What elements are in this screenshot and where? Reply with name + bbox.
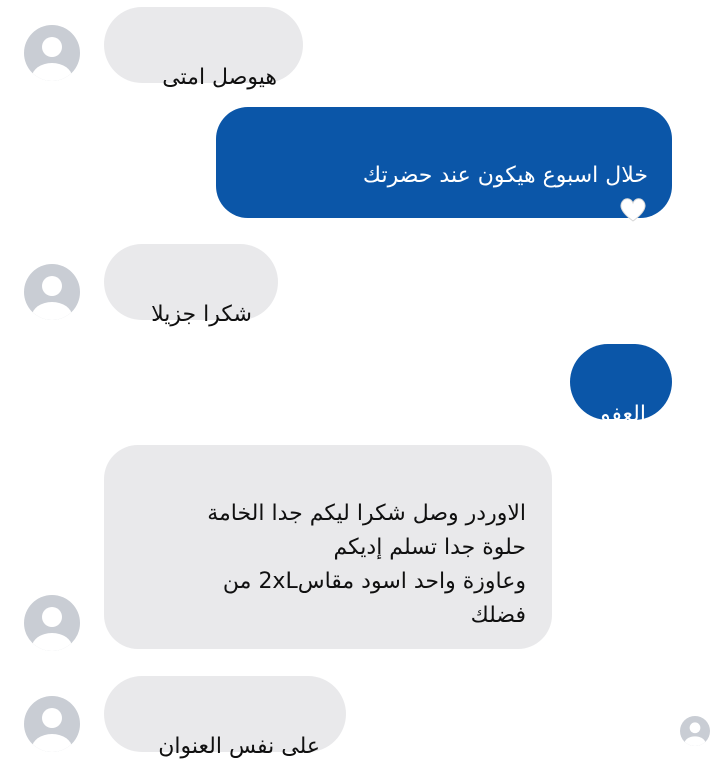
contact-avatar[interactable] (24, 25, 80, 81)
person-placeholder-icon (684, 722, 706, 746)
person-placeholder-icon (32, 708, 72, 752)
person-placeholder-icon (32, 276, 72, 320)
white-heart-icon (620, 198, 646, 222)
person-placeholder-icon (32, 37, 72, 81)
outgoing-message-bubble[interactable]: العفو (570, 344, 672, 427)
message-text: الاوردر وصل شكرا ليكم جدا الخامة حلوة جد… (207, 501, 526, 628)
person-placeholder-icon (32, 607, 72, 651)
message-text: هيوصل امتى (162, 65, 277, 90)
incoming-message-bubble[interactable]: شكرا جزيلا (104, 244, 278, 327)
contact-avatar[interactable] (24, 264, 80, 320)
incoming-message-bubble[interactable]: على نفس العنوان (104, 676, 346, 759)
outgoing-message-bubble[interactable]: خلال اسبوع هيكون عند حضرتك (216, 107, 672, 222)
message-text: شكرا جزيلا (151, 302, 252, 327)
incoming-message-bubble[interactable]: الاوردر وصل شكرا ليكم جدا الخامة حلوة جد… (104, 445, 552, 649)
contact-avatar[interactable] (24, 696, 80, 752)
message-text: على نفس العنوان (158, 734, 320, 759)
seen-indicator-avatar (680, 716, 710, 746)
message-text: خلال اسبوع هيكون عند حضرتك (362, 163, 648, 188)
incoming-message-bubble[interactable]: هيوصل امتى (104, 7, 303, 90)
message-text: العفو (600, 402, 646, 427)
contact-avatar[interactable] (24, 595, 80, 651)
